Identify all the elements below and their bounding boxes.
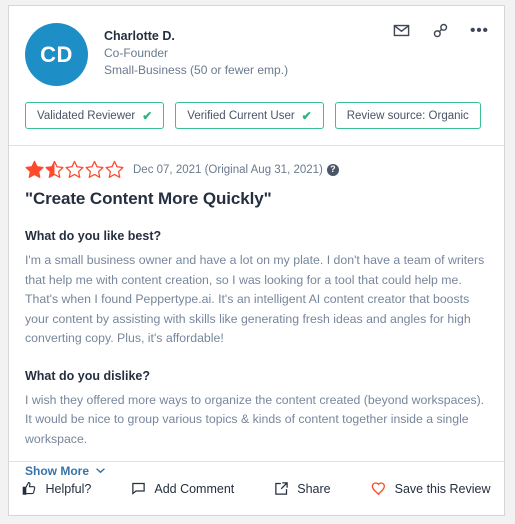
reviewer-company-size: Small-Business (50 or fewer emp.) <box>104 63 289 77</box>
review-card: ••• CD Charlotte D. Co-Founder Small-Bus… <box>8 5 505 516</box>
star-rating <box>25 160 124 179</box>
review-header: ••• CD Charlotte D. Co-Founder Small-Bus… <box>9 6 504 86</box>
badge-verified-current-user[interactable]: Verified Current User ✔ <box>175 102 324 129</box>
check-icon: ✔ <box>142 108 153 123</box>
star-full-1 <box>25 160 44 178</box>
qa-block-dislike: What do you dislike? I wish they offered… <box>25 369 488 450</box>
avatar: CD <box>25 23 88 86</box>
qa-answer: I wish they offered more ways to organiz… <box>25 392 485 446</box>
reviewer-role: Co-Founder <box>104 46 169 60</box>
ellipsis-glyph: ••• <box>470 21 489 39</box>
thumbs-up-icon <box>22 481 37 496</box>
link-icon[interactable] <box>432 22 449 39</box>
helpful-label: Helpful? <box>45 481 92 496</box>
share-label: Share <box>297 481 331 496</box>
reviewer-name: Charlotte D. <box>104 29 175 43</box>
star-half-2 <box>45 160 64 178</box>
info-icon[interactable]: ? <box>326 163 339 176</box>
save-review-button[interactable]: Save this Review <box>371 481 491 497</box>
check-icon: ✔ <box>301 108 312 123</box>
envelope-icon[interactable] <box>393 22 410 39</box>
star-empty-4 <box>85 160 104 178</box>
share-button[interactable]: Share <box>274 481 331 496</box>
header-icon-group: ••• <box>393 22 488 39</box>
review-date: Dec 07, 2021 (Original Aug 31, 2021) <box>133 163 323 176</box>
comment-icon <box>131 481 146 496</box>
star-empty-5 <box>105 160 124 178</box>
review-title: "Create Content More Quickly" <box>25 189 272 208</box>
qa-question: What do you dislike? <box>25 368 151 383</box>
reviewer-details: Charlotte D. Co-Founder Small-Business (… <box>104 23 288 79</box>
qa-question: What do you like best? <box>25 229 162 243</box>
add-comment-label: Add Comment <box>154 481 235 496</box>
share-icon <box>274 481 289 496</box>
review-body: Dec 07, 2021 (Original Aug 31, 2021) ? "… <box>9 146 504 480</box>
qa-answer: I'm a small business owner and have a lo… <box>25 253 485 345</box>
badge-validated-reviewer[interactable]: Validated Reviewer ✔ <box>25 102 165 129</box>
badge-row: Validated Reviewer ✔ Verified Current Us… <box>9 86 504 129</box>
save-review-label: Save this Review <box>394 481 491 496</box>
rating-row: Dec 07, 2021 (Original Aug 31, 2021) ? <box>25 146 488 179</box>
badge-label: Review source: Organic <box>346 109 469 122</box>
ellipsis-icon[interactable]: ••• <box>470 21 489 39</box>
heart-icon <box>371 481 387 497</box>
qa-block-like: What do you like best? I'm a small busin… <box>25 229 488 349</box>
helpful-button[interactable]: Helpful? <box>22 481 91 496</box>
review-footer: Helpful? Add Comment Share Save this Rev… <box>9 462 504 515</box>
badge-label: Validated Reviewer <box>37 109 136 122</box>
add-comment-button[interactable]: Add Comment <box>131 481 234 496</box>
badge-review-source[interactable]: Review source: Organic <box>334 102 481 129</box>
star-empty-3 <box>65 160 84 178</box>
badge-label: Verified Current User <box>187 109 295 122</box>
